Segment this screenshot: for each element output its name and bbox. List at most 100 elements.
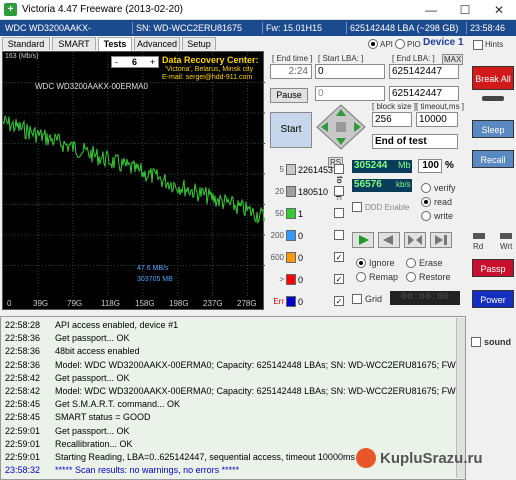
ignore-radio[interactable]: [356, 258, 366, 268]
log-message: 48bit access enabled: [55, 346, 140, 357]
end-time-field[interactable]: 2:24: [270, 64, 312, 79]
counter-value: 0: [298, 275, 304, 285]
counter-color-swatch: [286, 164, 296, 175]
start-lba-label: [ Start LBA: ]: [318, 54, 364, 63]
speed-unit: kb/s: [396, 180, 411, 189]
read-label: read: [434, 197, 453, 207]
restore-radio[interactable]: [406, 272, 416, 282]
watermark-logo-icon: [356, 448, 376, 468]
percent-unit: %: [445, 160, 454, 171]
api-radio[interactable]: [368, 39, 378, 49]
pio-radio[interactable]: [395, 39, 405, 49]
ddd-checkbox[interactable]: [352, 202, 362, 212]
counter-value: 0: [298, 231, 304, 241]
end-lba-field[interactable]: 625142447: [389, 64, 459, 79]
log-message: Recallibration... OK: [55, 438, 133, 449]
counter-value: 2261453: [298, 165, 334, 175]
counter-log-checkbox[interactable]: [334, 186, 344, 196]
maximize-button[interactable]: ☐: [448, 0, 482, 20]
log-time: 22:58:45: [5, 412, 41, 423]
counter-log-checkbox[interactable]: ✓: [334, 296, 344, 306]
device-label[interactable]: Device 1: [423, 37, 464, 48]
sound-checkbox[interactable]: [471, 337, 481, 347]
read-radio[interactable]: [421, 197, 431, 207]
log-time: 22:58:36: [5, 333, 41, 344]
ignore-label: Ignore: [369, 258, 395, 268]
minimize-button[interactable]: —: [414, 0, 448, 20]
start-button[interactable]: Start: [270, 112, 312, 148]
break-indicator: [482, 96, 504, 101]
counter-log-checkbox[interactable]: [334, 164, 344, 174]
x-tick: 158G: [135, 299, 155, 308]
scale-minus[interactable]: -: [115, 57, 118, 67]
log-row: 22:58:45 SMART status = GOOD: [5, 412, 150, 423]
x-tick: 39G: [33, 299, 49, 308]
remap-radio[interactable]: [356, 272, 366, 282]
direction-pad[interactable]: [316, 104, 366, 150]
skip-button[interactable]: [404, 232, 426, 248]
recovery-center-city: 'Victoria', Belarus, Minsk city: [165, 66, 254, 73]
reverse-button[interactable]: [378, 232, 400, 248]
tab-standard[interactable]: Standard: [2, 37, 50, 50]
log-message: Model: WDC WD3200AAKX-00ERMA0; Capacity:…: [55, 386, 466, 396]
play-button[interactable]: [352, 232, 374, 248]
break-all-button[interactable]: Break All: [472, 66, 514, 90]
pause-button[interactable]: Pause: [270, 88, 308, 103]
verify-label: verify: [434, 183, 456, 193]
graph-speed-label: 163 (Mb/s): [5, 53, 39, 60]
counter-log-checkbox[interactable]: ✓: [334, 274, 344, 284]
log-message: SMART status = GOOD: [55, 412, 151, 423]
block-size-select[interactable]: 256: [372, 112, 412, 127]
erase-radio[interactable]: [406, 258, 416, 268]
scale-value: 6: [132, 57, 138, 67]
grid-checkbox[interactable]: [352, 294, 362, 304]
close-button[interactable]: ✕: [482, 0, 516, 20]
counter-color-swatch: [286, 252, 296, 263]
tab-advanced[interactable]: Advanced: [134, 37, 180, 50]
counter-ms-label: 50: [275, 209, 284, 218]
counter-color-swatch: [286, 208, 296, 219]
counter-log-checkbox[interactable]: ✓: [334, 252, 344, 262]
verify-radio[interactable]: [421, 183, 431, 193]
remap-label: Remap: [369, 272, 399, 282]
wrt-indicator: [500, 233, 512, 239]
end-time-label: [ End time ]: [272, 54, 313, 63]
sleep-button[interactable]: Sleep: [472, 120, 514, 138]
log-row: 22:58:28 API access enabled, device #1: [5, 320, 178, 331]
start-lba-field[interactable]: 0: [315, 64, 385, 79]
recovery-center-title: Data Recovery Center:: [162, 55, 259, 65]
tab-tests[interactable]: Tests: [98, 37, 132, 51]
hints-checkbox[interactable]: [473, 40, 483, 50]
counter-log-checkbox[interactable]: [334, 230, 344, 240]
power-button[interactable]: Power: [472, 290, 514, 308]
recall-button[interactable]: Recall: [472, 150, 514, 168]
graph-scale-selector[interactable]: - 6 +: [111, 56, 159, 68]
tab-smart[interactable]: SMART: [52, 37, 96, 50]
tab-setup[interactable]: Setup: [182, 37, 216, 50]
write-radio[interactable]: [421, 211, 431, 221]
log-time: 22:59:01: [5, 425, 41, 436]
x-tick: 0: [7, 299, 12, 308]
end-of-test-select[interactable]: End of test: [372, 134, 458, 149]
scale-plus[interactable]: +: [150, 57, 155, 67]
app-icon: +: [4, 3, 17, 16]
ddd-label: DDD Enable: [365, 203, 410, 212]
counter-log-checkbox[interactable]: [334, 208, 344, 218]
log-row: 22:58:36 48bit access enabled: [5, 346, 140, 357]
x-tick: 118G: [101, 299, 120, 308]
window-title: Victoria 4.47 Freeware (2013-02-20): [22, 4, 184, 15]
mb-unit: Mb: [398, 160, 411, 170]
passp-button[interactable]: Passp: [472, 259, 514, 277]
timeout-select[interactable]: 10000: [416, 112, 458, 127]
end-button[interactable]: [430, 232, 452, 248]
rd-indicator: [473, 233, 485, 239]
counter-value: 1: [298, 209, 304, 219]
erase-label: Erase: [419, 258, 443, 268]
x-tick: 79G: [67, 299, 83, 308]
timer-display: 00:00:00: [390, 291, 460, 305]
wrt-label: Wrt: [500, 242, 513, 251]
end-lba-field-2[interactable]: 625142447: [389, 86, 459, 101]
recovery-center-email: E-mail: sergei@hdd-911.com: [162, 74, 253, 81]
log-message: ***** Scan results: no warnings, no erro…: [55, 465, 240, 476]
log-row: 22:59:01 Starting Reading, LBA=0..6251424…: [5, 452, 355, 463]
